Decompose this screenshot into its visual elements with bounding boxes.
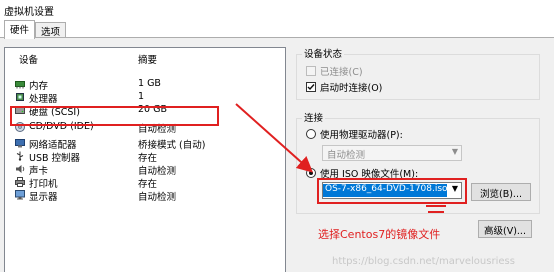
physical-drive-select[interactable]: 自动检测 ▼ (322, 145, 462, 161)
device-name: 声卡 (29, 166, 49, 177)
device-summary: 1 (138, 91, 145, 102)
network-adapter-icon (15, 139, 25, 148)
highlight-iso-path (317, 178, 467, 204)
iso-image-radio[interactable] (306, 168, 316, 178)
tab-hardware[interactable]: 硬件 (4, 20, 36, 39)
connected-checkbox[interactable] (306, 66, 316, 76)
highlight-cd-dvd-row (10, 106, 219, 126)
connected-label: 已连接(C) (320, 67, 363, 78)
device-row-display[interactable]: 显示器 自动检测 (5, 189, 285, 203)
physical-drive-value: 自动检测 (327, 150, 366, 161)
printer-icon (15, 177, 25, 187)
device-name: 打印机 (29, 179, 58, 190)
radio-selected-dot (309, 171, 313, 175)
connect-at-power-on-label: 启动时连接(O) (320, 83, 383, 94)
window-titlebar: 虚拟机设置 (0, 0, 554, 19)
connection-title: 连接 (302, 110, 326, 124)
checkmark-icon (307, 84, 315, 91)
device-summary: 自动检测 (138, 192, 177, 203)
tab-strip: 硬件 选项 (0, 20, 554, 39)
browse-button[interactable]: 浏览(B)... (471, 183, 531, 201)
device-row-printer[interactable]: 打印机 存在 (5, 176, 285, 190)
annotation-text: 选择Centos7的镜像文件 (318, 228, 441, 241)
device-row-network[interactable]: 网络适配器 桥接模式 (自动) (5, 137, 285, 151)
device-status-title: 设备状态 (302, 46, 345, 60)
physical-drive-radio[interactable] (306, 129, 316, 139)
device-row-usb[interactable]: USB 控制器 存在 (5, 150, 285, 164)
device-row-memory[interactable]: 内存 1 GB (5, 78, 285, 92)
device-summary: 存在 (138, 179, 158, 190)
device-column-header[interactable]: 设备 (19, 52, 38, 66)
processor-icon (16, 93, 24, 101)
device-summary: 自动检测 (138, 166, 177, 177)
window-title: 虚拟机设置 (4, 7, 54, 18)
advanced-button[interactable]: 高级(V)... (478, 220, 532, 238)
device-summary: 桥接模式 (自动) (138, 140, 206, 151)
memory-icon (15, 81, 25, 89)
connect-at-power-on-checkbox[interactable] (306, 82, 316, 92)
device-row-sound[interactable]: 声卡 自动检测 (5, 163, 285, 177)
device-name: USB 控制器 (29, 153, 81, 164)
tab-options[interactable]: 选项 (35, 22, 67, 38)
physical-drive-label: 使用物理驱动器(P): (320, 130, 403, 141)
device-name: 处理器 (29, 94, 58, 105)
sound-card-icon (16, 165, 25, 173)
summary-column-header[interactable]: 摘要 (138, 52, 157, 66)
device-summary: 1 GB (138, 78, 161, 89)
usb-icon (16, 151, 24, 161)
device-name: 显示器 (29, 192, 58, 203)
device-name: 网络适配器 (29, 140, 77, 151)
watermark-text: https://blog.csdn.net/marvelousriess (332, 256, 515, 267)
device-name: 内存 (29, 81, 49, 92)
display-icon (15, 190, 25, 200)
device-list: 设备 摘要 内存 1 GB 处理器 1 硬盘 (SCSI) 20 GB CD/D… (4, 47, 286, 272)
chevron-down-icon: ▼ (451, 147, 458, 156)
device-row-processor[interactable]: 处理器 1 (5, 91, 285, 105)
device-summary: 存在 (138, 153, 158, 164)
